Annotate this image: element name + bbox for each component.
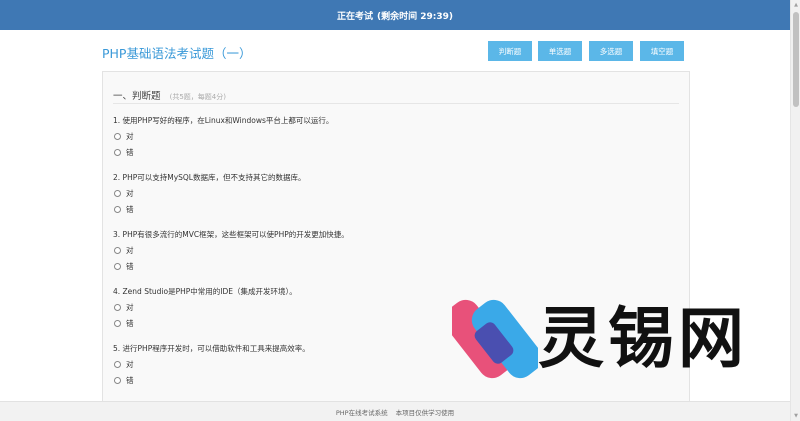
- triangle-up-icon[interactable]: ▲: [792, 0, 800, 10]
- radio-button[interactable]: [114, 132, 121, 140]
- question-4: 4. Zend Studio是PHP中常用的IDE（集成开发环境）。 对 错: [113, 285, 297, 331]
- option-label: 错: [126, 318, 134, 328]
- option-false[interactable]: 错: [113, 144, 333, 160]
- footer: PHP在线考试系统 本项目仅供学习使用: [0, 401, 790, 421]
- option-label: 错: [126, 147, 134, 157]
- option-true[interactable]: 对: [113, 185, 305, 201]
- radio-button[interactable]: [114, 189, 121, 197]
- option-true[interactable]: 对: [113, 299, 297, 315]
- question-text: 3. PHP有很多流行的MVC框架，这些框架可以使PHP的开发更加快捷。: [113, 230, 349, 239]
- watermark: 灵锡网: [452, 293, 770, 385]
- exam-status-bar: 正在考试 (剩余时间 29:39): [0, 0, 790, 30]
- radio-button[interactable]: [114, 303, 121, 311]
- option-false[interactable]: 错: [113, 372, 310, 388]
- question-3: 3. PHP有很多流行的MVC框架，这些框架可以使PHP的开发更加快捷。 对 错: [113, 228, 349, 274]
- scroll-thumb[interactable]: [793, 12, 799, 107]
- option-label: 对: [126, 245, 134, 255]
- single-choice-button[interactable]: 单选题: [538, 41, 582, 61]
- question-2: 2. PHP可以支持MySQL数据库，但不支持其它的数据库。 对 错: [113, 171, 305, 217]
- option-false[interactable]: 错: [113, 315, 297, 331]
- radio-button[interactable]: [114, 262, 121, 270]
- question-text: 5. 进行PHP程序开发时，可以借助软件和工具来提高效率。: [113, 344, 310, 353]
- remaining-time: (剩余时间 29:39): [377, 11, 454, 22]
- radio-button[interactable]: [114, 360, 121, 368]
- option-label: 对: [126, 302, 134, 312]
- section-note: (共5题，每题4分): [169, 93, 226, 101]
- option-label: 对: [126, 131, 134, 141]
- question-1: 1. 使用PHP写好的程序，在Linux和Windows平台上都可以运行。 对 …: [113, 114, 333, 160]
- question-text: 2. PHP可以支持MySQL数据库，但不支持其它的数据库。: [113, 173, 306, 182]
- section-header: 一、判断题 (共5题，每题4分): [113, 84, 679, 104]
- radio-button[interactable]: [114, 319, 121, 327]
- radio-button[interactable]: [114, 376, 121, 384]
- footer-note: 本项目仅供学习使用: [395, 408, 455, 417]
- radio-button[interactable]: [114, 148, 121, 156]
- section-title: 一、判断题: [113, 91, 161, 102]
- question-5: 5. 进行PHP程序开发时，可以借助软件和工具来提高效率。 对 错: [113, 342, 310, 388]
- option-true[interactable]: 对: [113, 356, 310, 372]
- question-text: 1. 使用PHP写好的程序，在Linux和Windows平台上都可以运行。: [113, 116, 334, 125]
- true-false-button[interactable]: 判断题: [488, 41, 532, 61]
- multiple-choice-button[interactable]: 多选题: [589, 41, 633, 61]
- exam-title: PHP基础语法考试题（一）: [102, 46, 252, 61]
- option-true[interactable]: 对: [113, 242, 349, 258]
- option-label: 错: [126, 375, 134, 385]
- option-label: 错: [126, 261, 134, 271]
- option-false[interactable]: 错: [113, 201, 305, 217]
- vertical-scrollbar[interactable]: ▲ ▼: [790, 0, 800, 421]
- option-label: 错: [126, 204, 134, 214]
- radio-button[interactable]: [114, 205, 121, 213]
- question-text: 4. Zend Studio是PHP中常用的IDE（集成开发环境）。: [113, 287, 297, 296]
- exam-header: PHP基础语法考试题（一） 判断题 单选题 多选题 填空题: [102, 30, 690, 70]
- fill-blank-button[interactable]: 填空题: [640, 41, 684, 61]
- option-false[interactable]: 错: [113, 258, 349, 274]
- triangle-down-icon[interactable]: ▼: [792, 411, 800, 421]
- footer-system: PHP在线考试系统: [335, 408, 388, 417]
- option-label: 对: [126, 359, 134, 369]
- option-label: 对: [126, 188, 134, 198]
- radio-button[interactable]: [114, 246, 121, 254]
- watermark-text: 灵锡网: [538, 300, 748, 377]
- watermark-logo-icon: [452, 299, 538, 379]
- exam-status: 正在考试: [336, 11, 373, 22]
- option-true[interactable]: 对: [113, 128, 333, 144]
